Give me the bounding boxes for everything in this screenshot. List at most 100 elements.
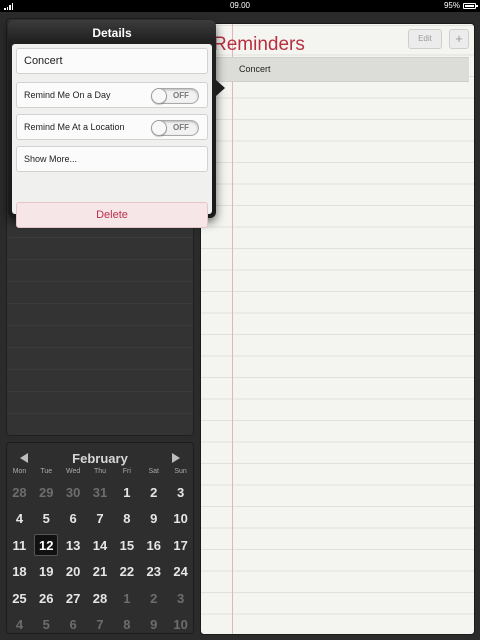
calendar-day[interactable]: 24 — [167, 559, 194, 585]
calendar-day[interactable]: 10 — [167, 506, 194, 532]
calendar-day-number: 1 — [123, 485, 131, 500]
reminder-name-field[interactable]: Concert — [16, 48, 208, 74]
calendar-day-number: 25 — [12, 590, 27, 606]
show-more-row[interactable]: Show More... — [16, 146, 208, 172]
calendar-day[interactable]: 5 — [33, 612, 60, 638]
calendar-day[interactable]: 19 — [33, 559, 60, 585]
calendar-day[interactable]: 25 — [6, 586, 33, 612]
calendar-day-number: 28 — [92, 590, 108, 606]
calendar-day-number: 8 — [123, 616, 131, 632]
calendar-week-row: 28 29 30 31 1 2 3 — [6, 480, 194, 506]
calendar-day[interactable]: 30 — [60, 480, 87, 506]
calendar-day-number: 6 — [69, 616, 77, 632]
calendar-day[interactable]: 2 — [140, 480, 167, 506]
calendar-day[interactable]: 23 — [140, 559, 167, 585]
reminder-name-value: Concert — [24, 55, 63, 67]
calendar-day[interactable]: 17 — [167, 533, 194, 559]
show-more-label: Show More... — [24, 154, 78, 164]
calendar-day[interactable]: 16 — [140, 533, 167, 559]
remind-at-location-row: Remind Me At a Location OFF — [16, 114, 208, 140]
calendar-day[interactable]: 1 — [113, 480, 140, 506]
calendar-day-number: 3 — [176, 590, 185, 606]
calendar-day-number: 10 — [173, 616, 188, 632]
calendar-week-row: 11 12 13 14 15 16 17 — [6, 533, 194, 559]
calendar-day[interactable]: 15 — [113, 533, 140, 559]
calendar-day-number: 28 — [12, 485, 27, 500]
calendar-day[interactable]: 7 — [87, 612, 114, 638]
reminder-row[interactable]: Concert — [201, 57, 469, 82]
calendar-day[interactable]: 10 — [167, 612, 194, 638]
delete-button[interactable]: Delete — [16, 202, 208, 228]
calendar-day-number: 5 — [42, 511, 50, 527]
weekday-label: Sat — [148, 468, 159, 475]
calendar-day[interactable]: 8 — [113, 612, 140, 638]
calendar-day[interactable]: 21 — [87, 559, 114, 585]
calendar-day-number: 30 — [65, 485, 81, 500]
calendar-day-number: 15 — [119, 537, 135, 553]
calendar-day-number: 29 — [39, 485, 54, 500]
calendar-day-number: 27 — [65, 590, 81, 606]
calendar-day[interactable]: 31 — [87, 480, 114, 506]
calendar-day[interactable]: 1 — [113, 586, 140, 612]
calendar-day[interactable]: 4 — [6, 506, 33, 532]
calendar-day-number: 7 — [96, 511, 104, 527]
weekday-label: Fri — [122, 468, 131, 475]
calendar-day-number: 20 — [65, 564, 81, 580]
calendar-day-number: 10 — [173, 511, 188, 527]
calendar-day[interactable]: 28 — [87, 586, 114, 612]
calendar-day[interactable]: 3 — [167, 586, 194, 612]
calendar-day[interactable]: 28 — [6, 480, 33, 506]
toggle-knob — [151, 120, 167, 136]
add-reminder-button[interactable]: + — [449, 29, 469, 49]
calendar-day[interactable]: 6 — [60, 612, 87, 638]
calendar-week-row: 4 5 6 7 8 9 10 — [6, 612, 194, 638]
margin-line — [232, 24, 233, 634]
calendar-day[interactable]: 8 — [113, 506, 140, 532]
battery-icon — [463, 3, 478, 9]
calendar-day[interactable]: 14 — [87, 533, 114, 559]
calendar-day[interactable]: 9 — [140, 612, 167, 638]
calendar-day[interactable]: 27 — [60, 586, 87, 612]
weekday-label: Thu — [93, 468, 107, 475]
calendar-day-number: 9 — [150, 616, 158, 632]
edit-button[interactable]: Edit — [408, 29, 442, 49]
calendar-day-number: 18 — [12, 564, 27, 580]
calendar-day-number: 26 — [39, 590, 54, 606]
calendar-day[interactable]: 11 — [6, 533, 33, 559]
calendar-day[interactable]: 7 — [87, 506, 114, 532]
calendar-day-number: 22 — [119, 564, 135, 580]
remind-on-day-label: Remind Me On a Day — [24, 90, 111, 100]
calendar-day-number: 24 — [173, 564, 188, 580]
toggle-knob — [151, 88, 167, 104]
calendar-day-number: 11 — [12, 537, 27, 553]
popover-title: Details — [92, 26, 132, 40]
calendar-day-number: 6 — [69, 511, 77, 527]
calendar-day[interactable]: 29 — [33, 480, 60, 506]
calendar-day[interactable]: 9 — [140, 506, 167, 532]
calendar-day[interactable]: 4 — [6, 612, 33, 638]
weekday-label: Mon — [12, 468, 27, 475]
calendar-day[interactable]: 6 — [60, 506, 87, 532]
calendar-day-number: 4 — [15, 616, 24, 632]
calendar-week-row: 4 5 6 7 8 9 10 — [6, 506, 194, 532]
status-time: 09.00 — [229, 1, 251, 10]
calendar-day[interactable]: 13 — [60, 533, 87, 559]
remind-at-location-toggle[interactable]: OFF — [151, 120, 199, 136]
calendar-day[interactable]: 18 — [6, 559, 33, 585]
weekday-label: Tue — [40, 468, 53, 475]
calendar-day-today[interactable]: 12 — [33, 533, 60, 559]
mini-calendar: February Mon Tue Wed Thu Fri Sat Sun 28 29 30 31 1… — [6, 442, 194, 634]
calendar-day[interactable]: 20 — [60, 559, 87, 585]
remind-on-day-toggle[interactable]: OFF — [151, 88, 199, 104]
calendar-week-row: 18 19 20 21 22 23 24 — [6, 559, 194, 585]
reminders-title: Reminders — [213, 34, 305, 55]
calendar-day[interactable]: 3 — [167, 480, 194, 506]
calendar-day[interactable]: 5 — [33, 506, 60, 532]
popover-body: Concert Remind Me On a Day OFF Remind Me… — [12, 44, 212, 228]
calendar-day[interactable]: 2 — [140, 586, 167, 612]
calendar-day[interactable]: 26 — [33, 586, 60, 612]
calendar-day-number: 2 — [150, 485, 158, 500]
next-month-icon[interactable] — [172, 453, 180, 463]
calendar-day[interactable]: 22 — [113, 559, 140, 585]
weekday-labels: Mon Tue Wed Thu Fri Sat Sun — [6, 468, 194, 475]
